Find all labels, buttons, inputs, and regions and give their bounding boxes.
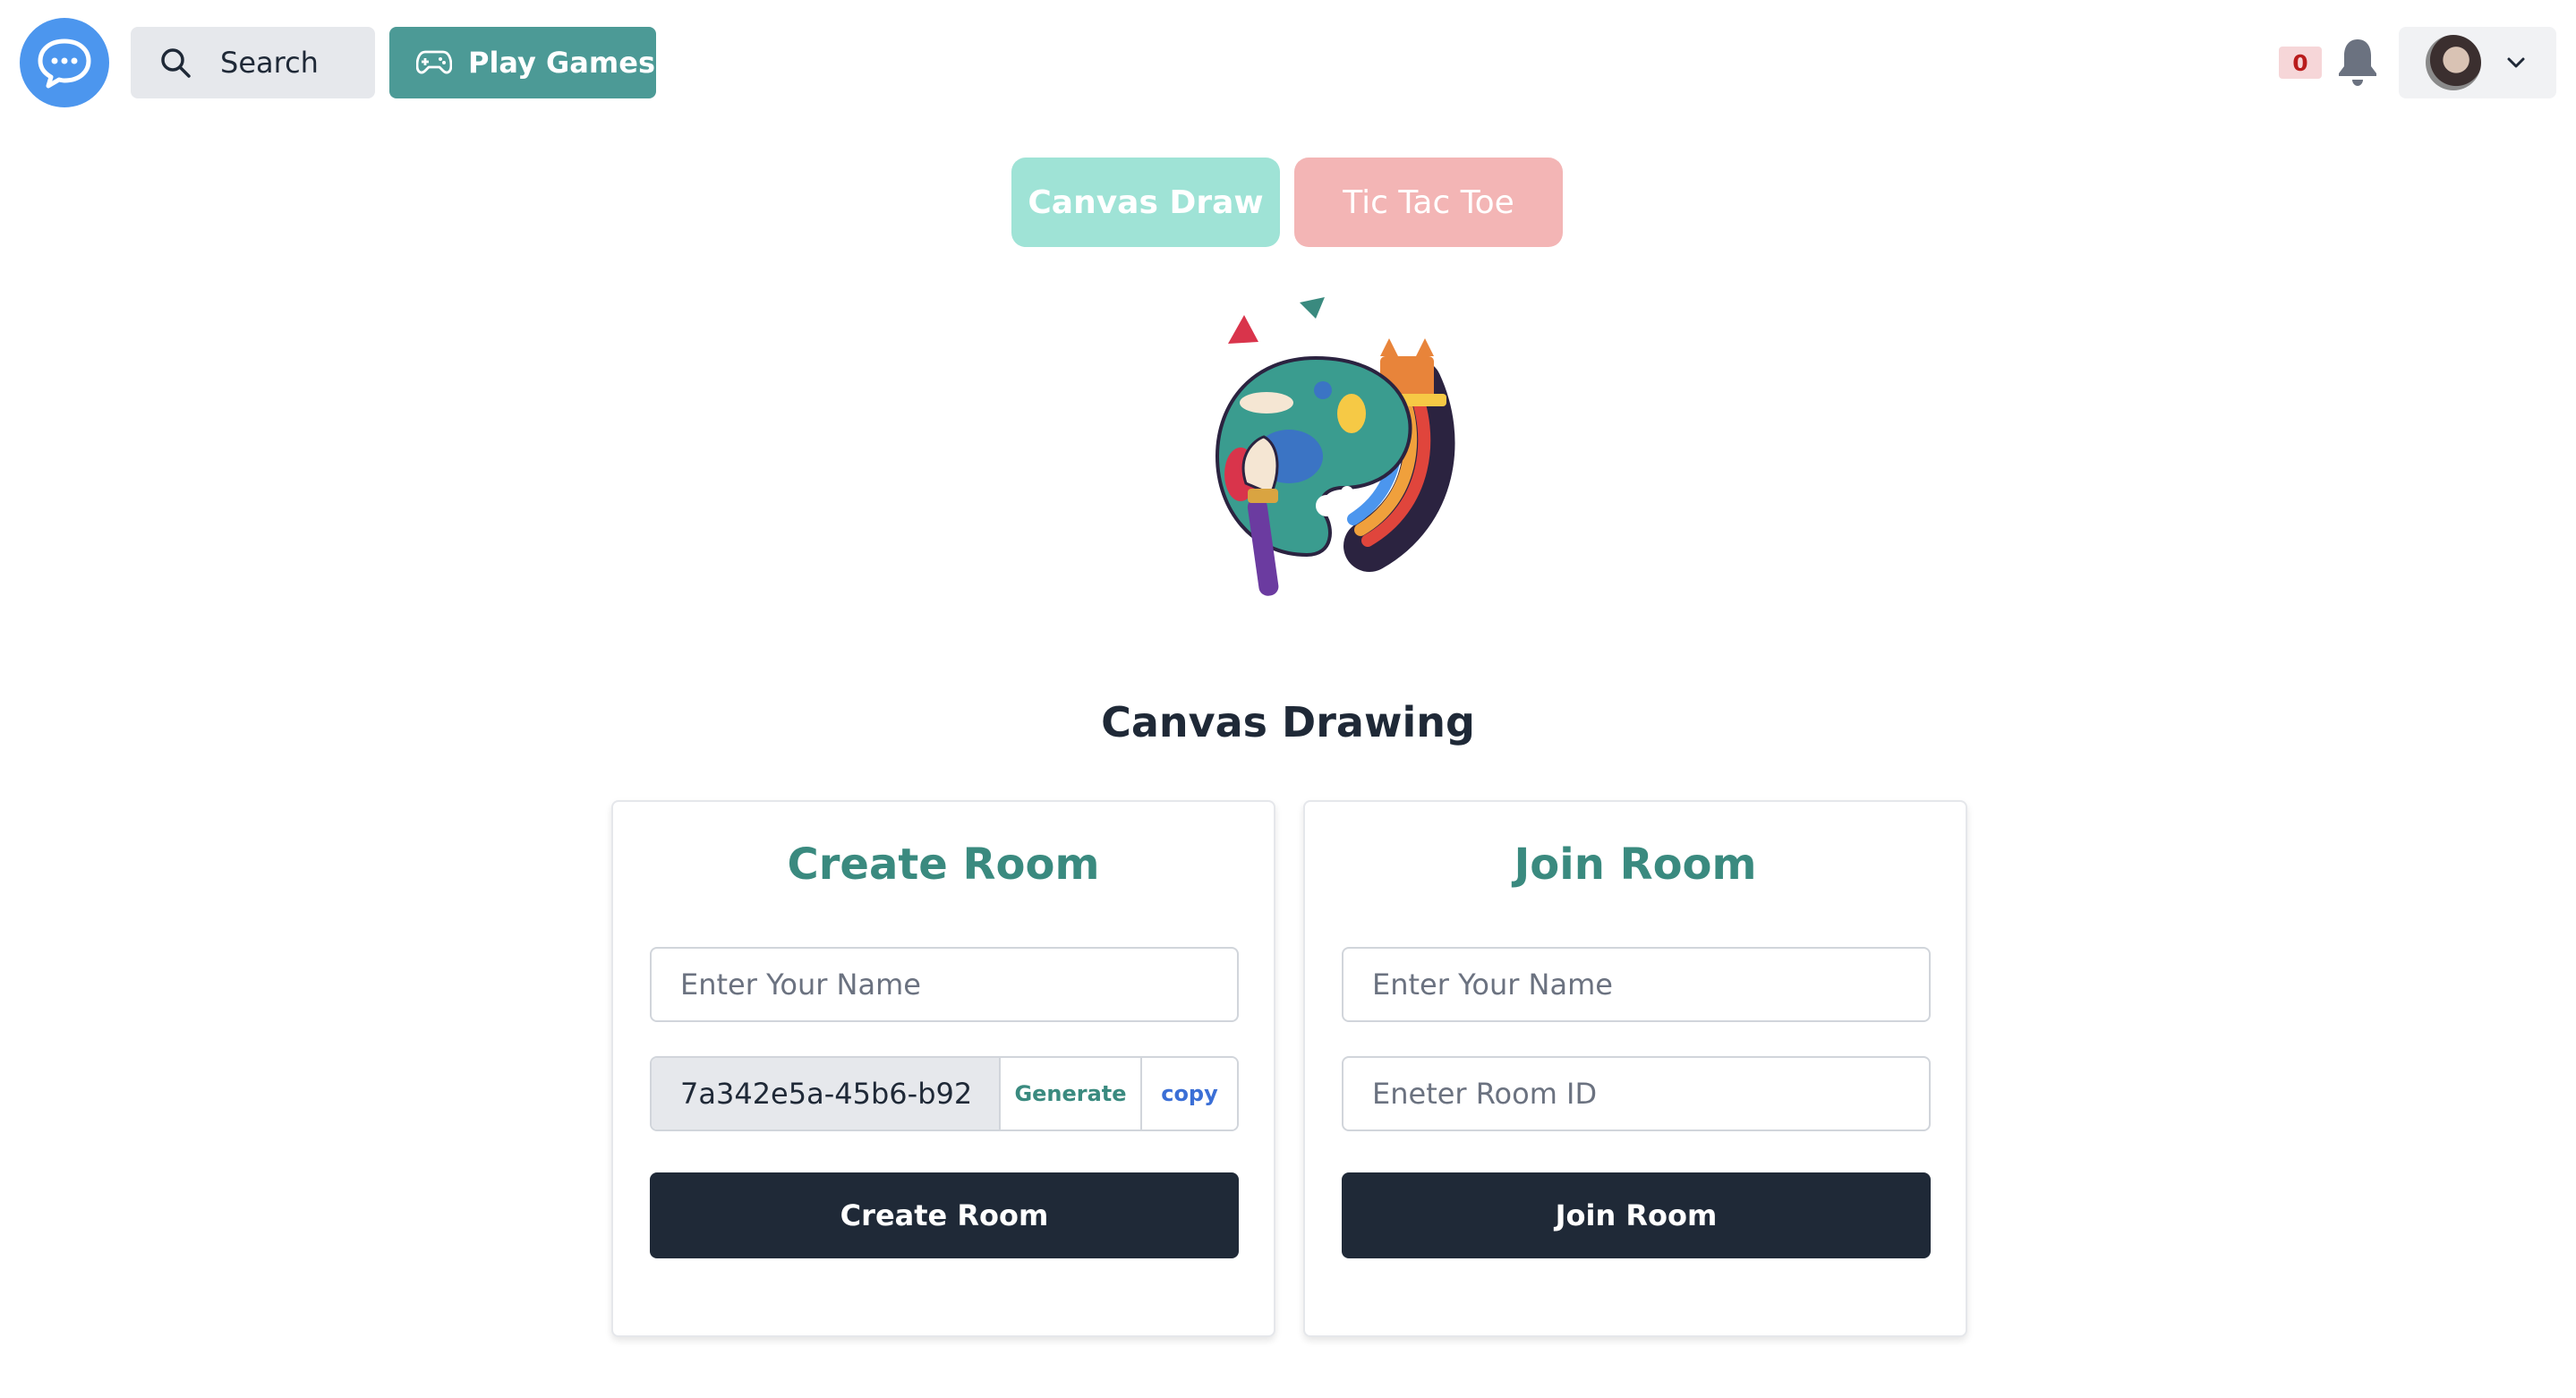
tab-canvas-draw[interactable]: Canvas Draw <box>1011 158 1280 247</box>
gamepad-icon <box>416 50 452 74</box>
copy-button[interactable]: copy <box>1142 1058 1237 1129</box>
create-room-title: Create Room <box>787 840 1100 890</box>
search-label: Search <box>220 46 319 80</box>
page-title: Canvas Drawing <box>1101 698 1475 746</box>
play-games-button[interactable]: Play Games <box>389 27 656 98</box>
user-menu-button[interactable] <box>2399 27 2556 98</box>
notification-count-badge: 0 <box>2279 47 2322 79</box>
room-id-field[interactable]: 7a342e5a-45b6-b92 <box>652 1058 1001 1129</box>
chevron-down-icon <box>2507 57 2525 68</box>
create-room-card: Create Room 7a342e5a-45b6-b92 Generate c… <box>611 800 1275 1337</box>
search-icon <box>161 48 191 78</box>
chat-bubble-icon <box>38 38 91 89</box>
search-button[interactable]: Search <box>131 27 375 98</box>
play-games-label: Play Games <box>468 46 655 80</box>
app-logo[interactable] <box>20 18 109 107</box>
avatar <box>2426 35 2481 90</box>
room-id-input[interactable] <box>1342 1056 1931 1131</box>
paint-palette-illustration <box>1215 297 1455 596</box>
create-room-button[interactable]: Create Room <box>650 1172 1239 1258</box>
join-room-card: Join Room Join Room <box>1303 800 1967 1337</box>
join-name-input[interactable] <box>1342 947 1931 1022</box>
join-room-button[interactable]: Join Room <box>1342 1172 1931 1258</box>
create-name-input[interactable] <box>650 947 1239 1022</box>
bell-icon[interactable] <box>2336 36 2379 88</box>
room-id-group: 7a342e5a-45b6-b92 Generate copy <box>650 1056 1239 1131</box>
generate-button[interactable]: Generate <box>1001 1058 1142 1129</box>
join-room-title: Join Room <box>1514 840 1757 890</box>
tab-tic-tac-toe[interactable]: Tic Tac Toe <box>1294 158 1563 247</box>
